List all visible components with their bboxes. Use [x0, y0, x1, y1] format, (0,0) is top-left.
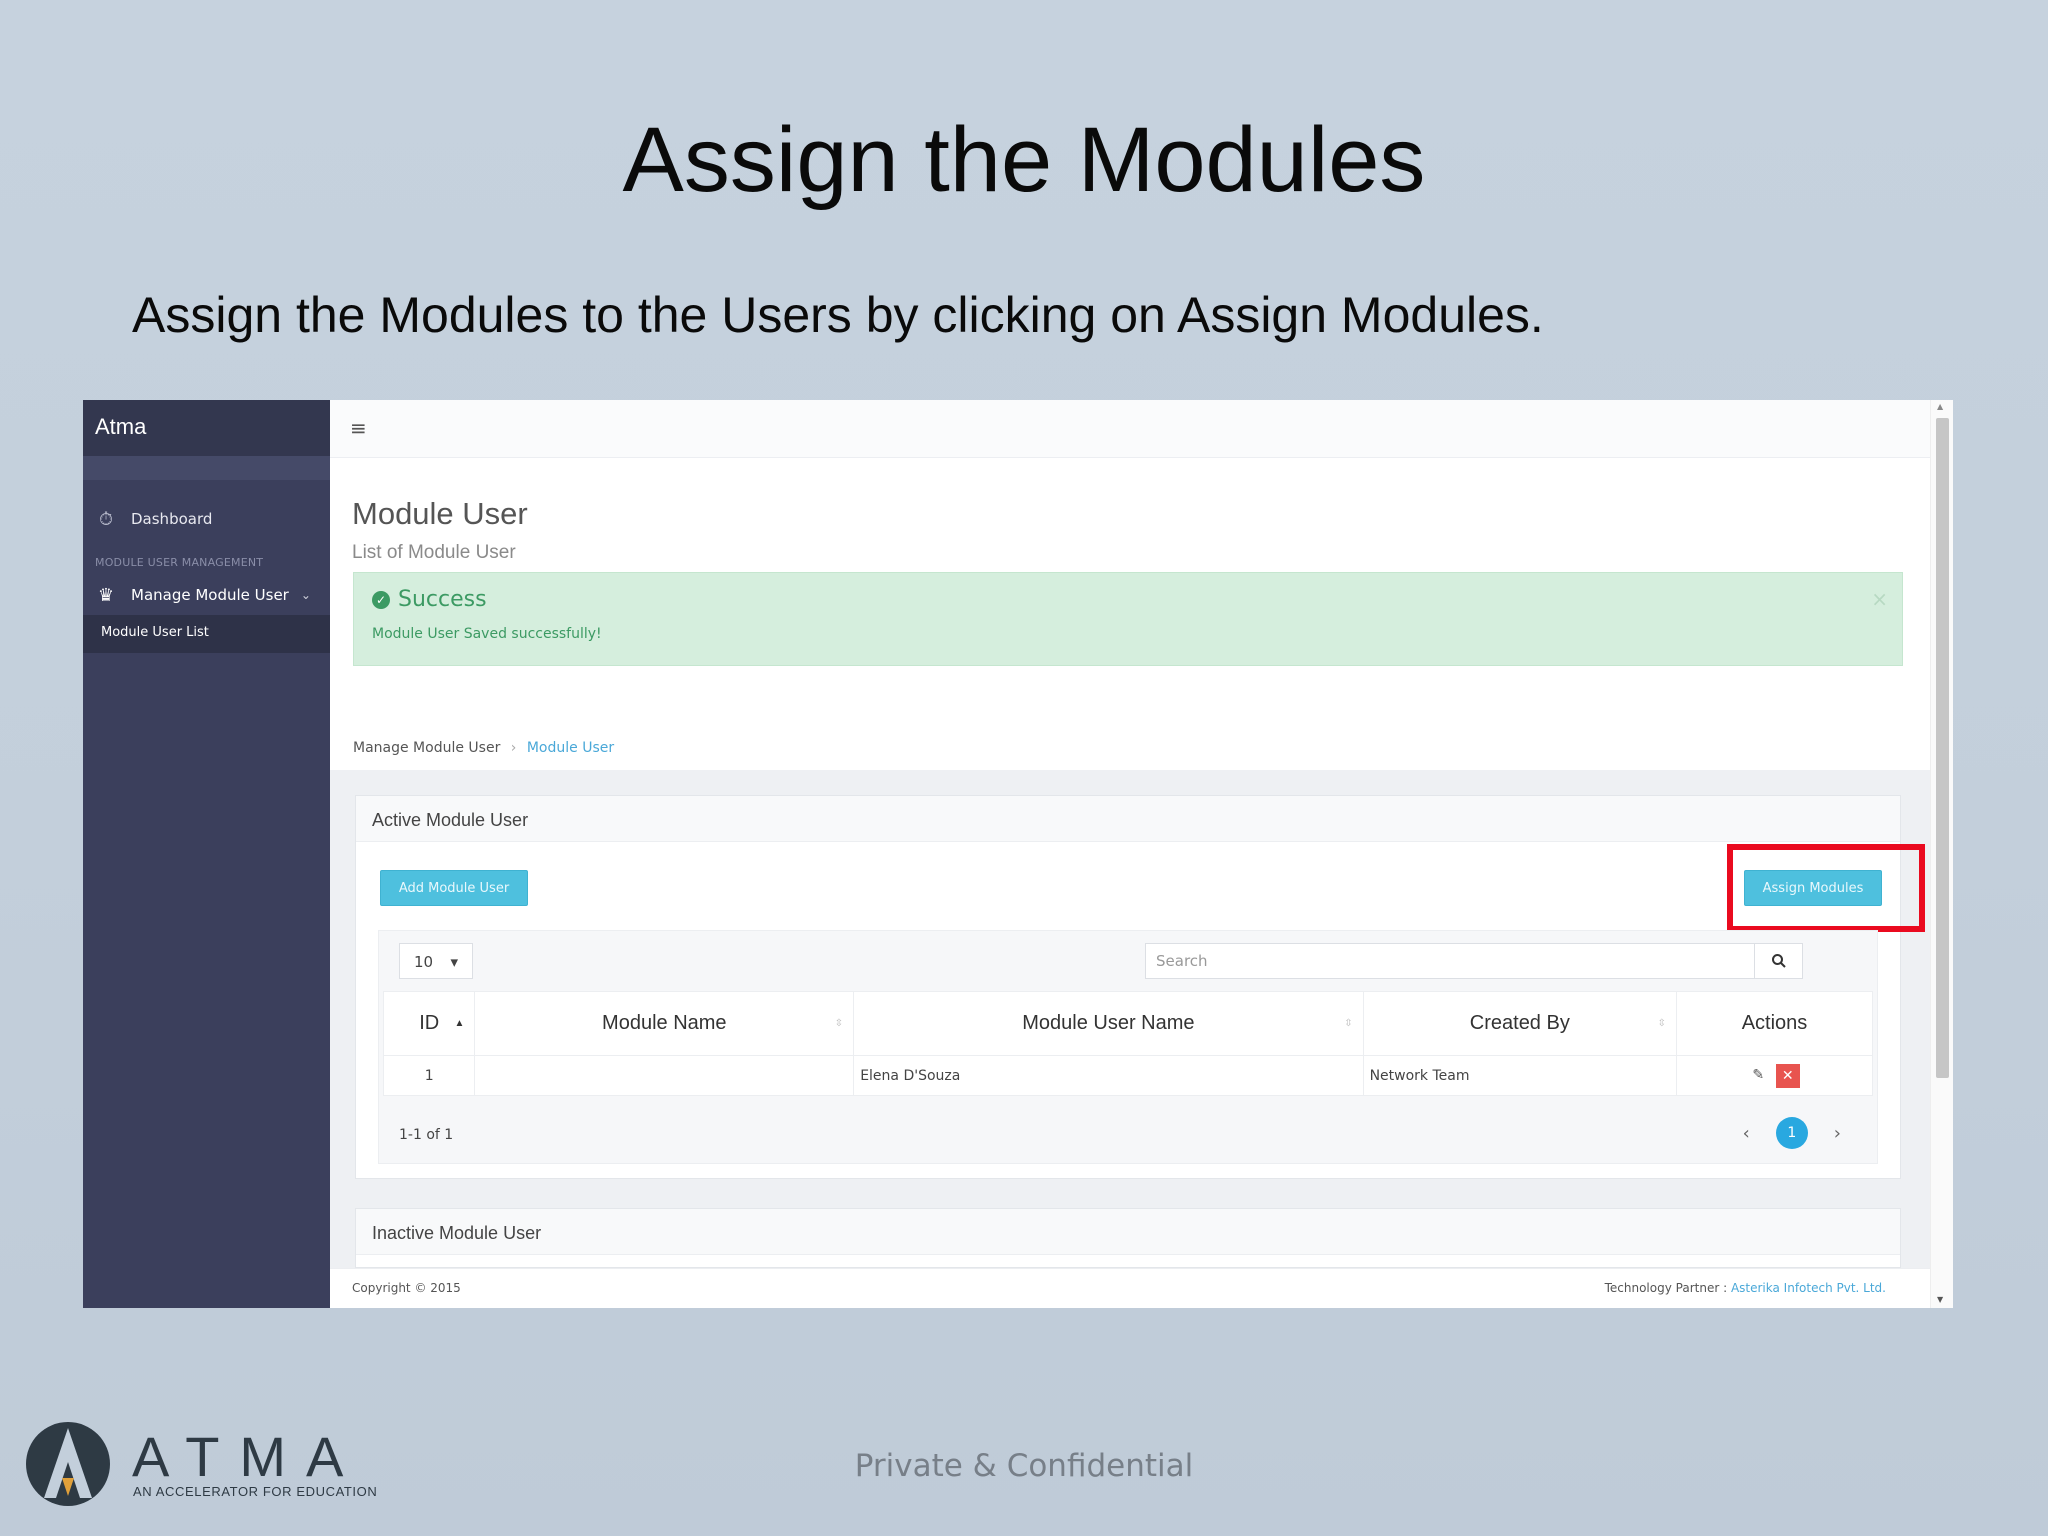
search-box [1145, 943, 1803, 979]
pencil-icon[interactable]: ✎ [1749, 1067, 1767, 1085]
sidebar: Atma ⏱ Dashboard MODULE USER MANAGEMENT … [83, 400, 330, 1308]
table-header-row: ID ▲ Module Name ⇳ Module User Name ⇳ Cr… [382, 991, 1873, 1056]
sort-icon: ⇳ [1344, 1018, 1353, 1029]
caret-down-icon: ▾ [450, 953, 458, 971]
hamburger-icon[interactable]: ≡ [350, 416, 367, 440]
inactive-module-user-box: Inactive Module User [355, 1208, 1901, 1268]
search-icon [1771, 954, 1786, 968]
table-row: 1 Elena D'Souza Network Team ✎ ✕ [382, 1055, 1873, 1096]
sidebar-item-label: Manage Module User [131, 586, 289, 604]
column-header-module-user-name[interactable]: Module User Name ⇳ [853, 991, 1364, 1056]
page-size-select[interactable]: 10 ▾ [399, 943, 473, 979]
search-button[interactable] [1754, 944, 1802, 978]
active-module-user-box: Active Module User Add Module User Assig… [355, 795, 1925, 1179]
sort-asc-icon: ▲ [454, 1018, 465, 1029]
app-footer: Copyright © 2015 Technology Partner : As… [330, 1268, 1930, 1308]
alert-title: ✓ Success [372, 587, 1884, 612]
scrollbar[interactable]: ▲ ▼ [1930, 400, 1953, 1308]
box-title: Active Module User [356, 796, 1900, 842]
copyright-text: Copyright © 2015 [352, 1281, 461, 1295]
check-circle-icon: ✓ [372, 590, 390, 609]
sort-icon: ⇳ [1657, 1018, 1667, 1029]
stopwatch-icon: ⏱ [98, 508, 114, 530]
sidebar-item-dashboard[interactable]: ⏱ Dashboard [83, 496, 330, 542]
sidebar-section-label: MODULE USER MANAGEMENT [95, 556, 264, 569]
page-subtitle: List of Module User [352, 542, 516, 563]
sidebar-item-manage-module-user[interactable]: ♛ Manage Module User ⌄ [83, 575, 330, 615]
cell-id: 1 [382, 1055, 476, 1096]
main-content: ≡ Module User List of Module User ✓ Succ… [330, 400, 1930, 1308]
alert-title-text: Success [398, 587, 487, 612]
close-icon[interactable]: × [1871, 587, 1888, 611]
scroll-down-arrow-icon[interactable]: ▼ [1937, 1295, 1943, 1304]
breadcrumb-parent[interactable]: Manage Module User [353, 740, 500, 756]
slide-title: Assign the Modules [622, 109, 1426, 211]
assign-modules-highlight [1727, 844, 1925, 932]
add-module-user-button[interactable]: Add Module User [380, 870, 528, 906]
app-screenshot: Atma ⏱ Dashboard MODULE USER MANAGEMENT … [83, 400, 1953, 1308]
scrollbar-thumb[interactable] [1936, 418, 1949, 1078]
alert-message: Module User Saved successfully! [372, 626, 602, 642]
partner-link[interactable]: Asterika Infotech Pvt. Ltd. [1731, 1281, 1886, 1295]
brand-logo[interactable]: Atma [83, 400, 330, 456]
box-title: Inactive Module User [356, 1209, 1900, 1255]
cell-actions: ✎ ✕ [1676, 1055, 1873, 1096]
slide-subtitle: Assign the Modules to the Users by click… [132, 287, 1544, 343]
breadcrumb-current[interactable]: Module User [527, 740, 614, 756]
confidential-footer: Private & Confidential [854, 1448, 1194, 1484]
column-header-created-by[interactable]: Created By ⇳ [1362, 991, 1678, 1056]
logo-tagline: AN ACCELERATOR FOR EDUCATION [133, 1484, 378, 1499]
cell-module-name [474, 1055, 855, 1096]
partner-credit: Technology Partner : Asterika Infotech P… [1605, 1281, 1886, 1295]
page-size-value: 10 [414, 953, 434, 971]
pagination: ‹ 1 › [1743, 1117, 1841, 1149]
module-user-table: ID ▲ Module Name ⇳ Module User Name ⇳ Cr… [382, 991, 1873, 1096]
sidebar-item-label: Dashboard [131, 510, 213, 528]
crown-icon: ♛ [97, 584, 115, 606]
partner-label: Technology Partner : [1604, 1281, 1728, 1295]
breadcrumb: Manage Module User › Module User [353, 740, 614, 756]
cell-created-by: Network Team [1362, 1055, 1678, 1096]
chevron-right-icon[interactable]: › [1834, 1123, 1841, 1144]
success-alert: ✓ Success Module User Saved successfully… [353, 572, 1903, 666]
sort-icon: ⇳ [834, 1018, 844, 1029]
column-header-id[interactable]: ID ▲ [382, 991, 476, 1056]
page-title: Module User [352, 496, 528, 531]
breadcrumb-separator: › [510, 740, 517, 756]
column-header-actions: Actions [1676, 991, 1873, 1056]
sidebar-strip [83, 456, 330, 480]
pager-info: 1-1 of 1 [399, 1127, 454, 1143]
scroll-up-arrow-icon[interactable]: ▲ [1937, 402, 1943, 411]
page-number-button[interactable]: 1 [1775, 1117, 1808, 1149]
column-header-module-name[interactable]: Module Name ⇳ [474, 991, 855, 1056]
table-container: 10 ▾ ID [378, 930, 1878, 1164]
chevron-down-icon: ⌄ [300, 588, 311, 602]
cell-module-user-name: Elena D'Souza [853, 1055, 1364, 1096]
topbar: ≡ [330, 400, 1930, 458]
chevron-left-icon[interactable]: ‹ [1743, 1123, 1750, 1144]
sidebar-item-module-user-list[interactable]: Module User List [83, 615, 330, 653]
search-input[interactable] [1146, 944, 1756, 978]
page-header: Module User List of Module User [330, 496, 1930, 564]
delete-icon[interactable]: ✕ [1775, 1063, 1800, 1088]
